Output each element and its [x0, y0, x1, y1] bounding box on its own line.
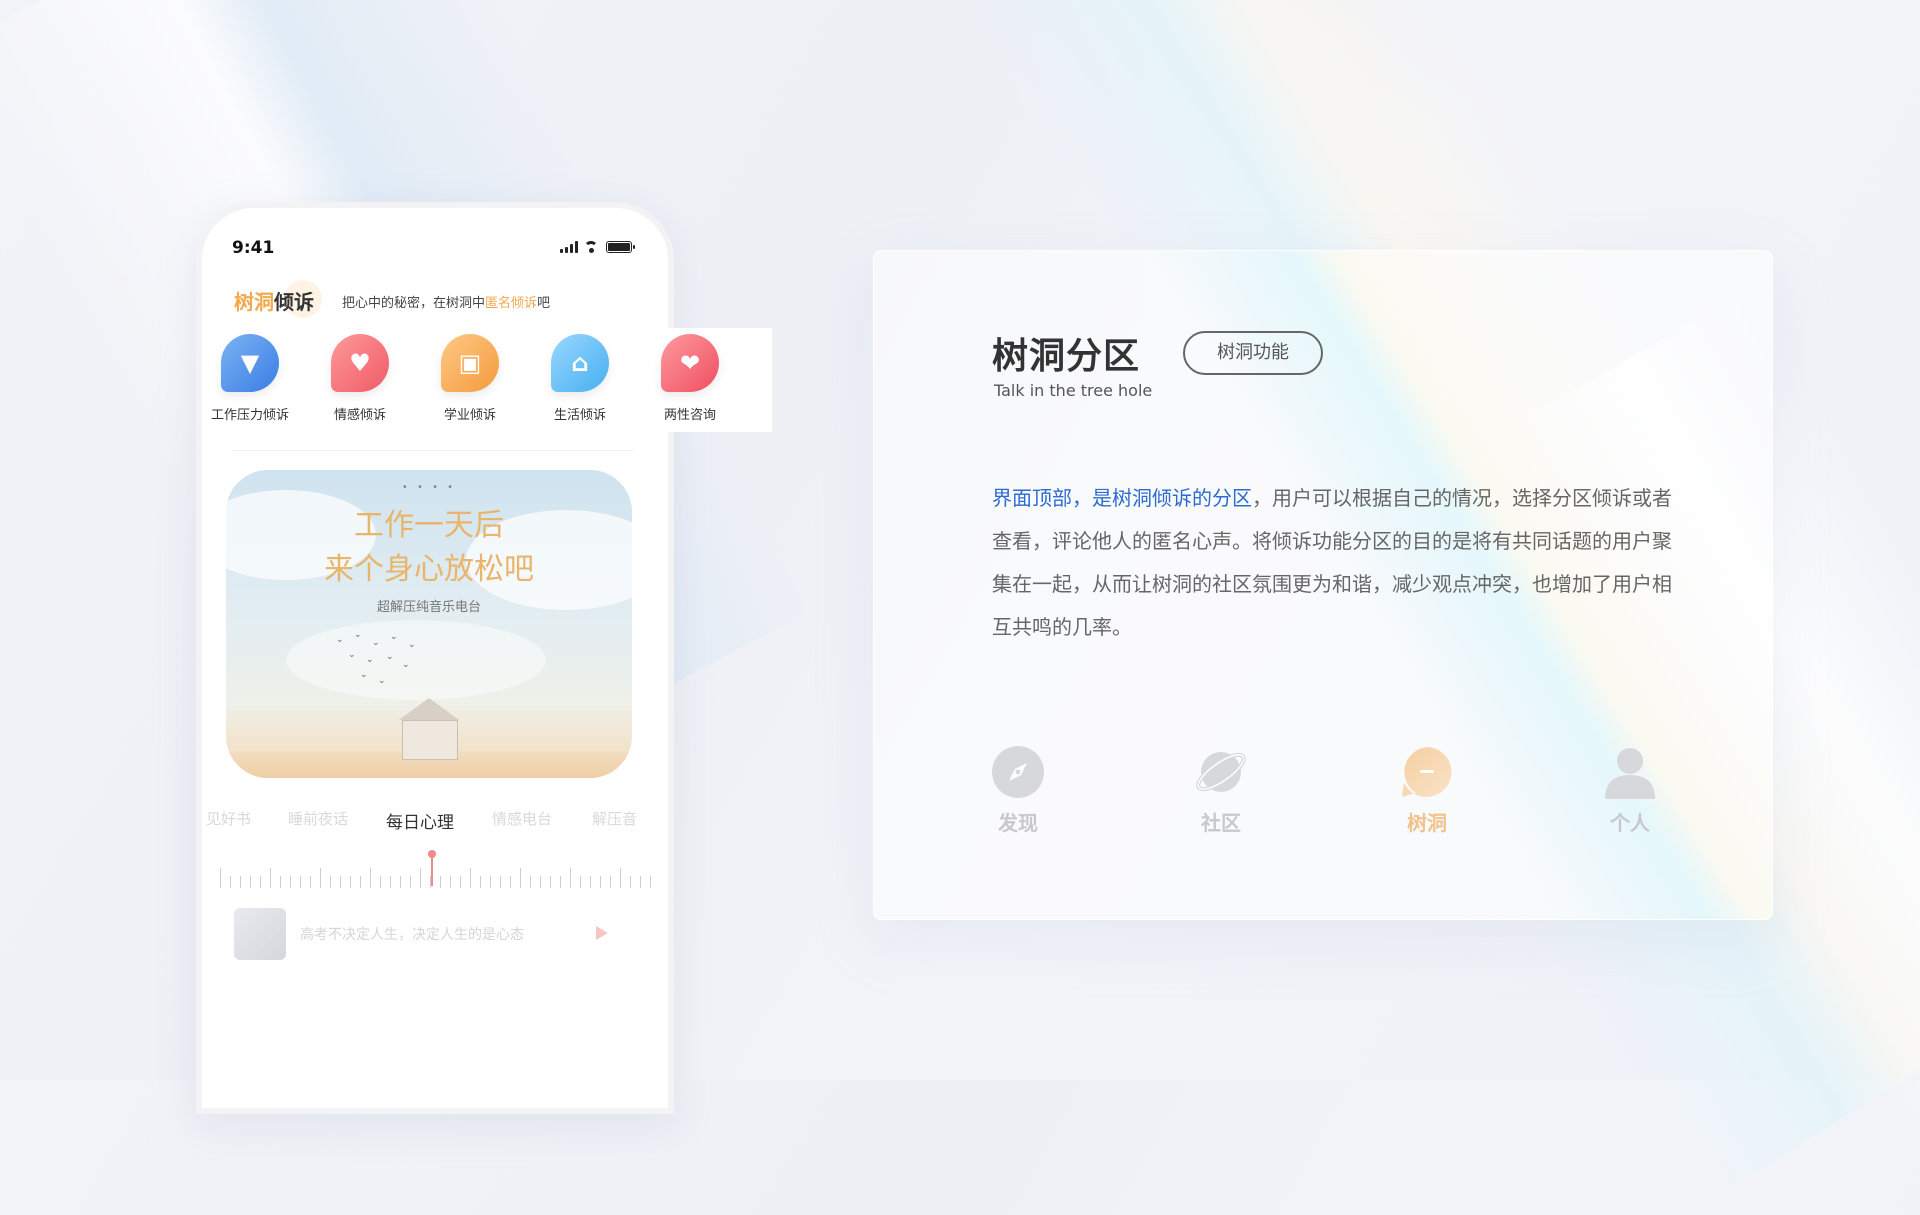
carousel-dots: • • • •: [401, 482, 457, 493]
ruler-tick: [390, 876, 391, 888]
ruler-tick: [490, 876, 491, 888]
phone-mockup: 9:41 树洞倾诉 把心中的秘密，在树洞中匿名倾诉吧 ▼ 工作压力倾诉 ♥ 情感…: [196, 202, 772, 1114]
ruler-tick: [580, 876, 581, 888]
ruler-tick: [420, 868, 421, 888]
feature-tag: 树洞功能: [1183, 331, 1323, 375]
banner-line-2: 来个身心放松吧: [324, 552, 534, 587]
divider: [232, 450, 634, 451]
ruler-tick: [230, 876, 231, 888]
compass-icon: [991, 745, 1045, 799]
tab-emotion-radio[interactable]: 情感电台: [492, 808, 552, 829]
ruler-tick: [330, 876, 331, 888]
ruler-tick: [350, 876, 351, 888]
ruler-tick: [430, 876, 431, 888]
ruler-tick: [600, 876, 601, 888]
nav-treehole[interactable]: 树洞: [1382, 745, 1472, 836]
list-item[interactable]: 高考不决定人生，决定人生的是心态: [234, 908, 634, 960]
hearts-icon: ❤: [661, 334, 719, 392]
tab-relax-music[interactable]: 解压音: [592, 808, 637, 829]
category-work-stress[interactable]: ▼ 工作压力倾诉: [202, 334, 298, 423]
banner-line-1: 工作一天后: [354, 508, 504, 543]
ruler-tick: [250, 876, 251, 888]
header-subtitle: 把心中的秘密，在树洞中匿名倾诉吧: [342, 296, 551, 311]
ruler-tick: [410, 876, 411, 888]
item-thumbnail: [234, 908, 286, 960]
ruler-tick: [620, 868, 621, 888]
ruler-tick: [550, 876, 551, 888]
ruler-tick: [540, 876, 541, 888]
ruler-tick: [320, 868, 321, 888]
ruler-tick: [280, 876, 281, 888]
signal-icon: [560, 241, 578, 253]
treehole-header: 树洞倾诉 把心中的秘密，在树洞中匿名倾诉吧: [234, 280, 654, 318]
card-subtitle: Talk in the tree hole: [994, 381, 1153, 400]
nav-community[interactable]: 社区: [1176, 745, 1266, 836]
treehole-icon: [1400, 745, 1454, 799]
promo-banner[interactable]: • • • • 工作一天后 来个身心放松吧 超解压纯音乐电台 ⌄ ⌄ ⌄ ⌄ ⌄ ⌄ ⌄…: [226, 470, 632, 778]
ruler-tick: [630, 876, 631, 888]
ruler-tick: [500, 876, 501, 888]
ruler-tick: [460, 876, 461, 888]
category-row: ▼ 工作压力倾诉 ♥ 情感倾诉 ▣ 学业倾诉 ⌂ 生活倾诉 ❤ 两性咨询: [211, 328, 772, 436]
ruler-tick: [220, 868, 221, 888]
banner-caption: 超解压纯音乐电台: [376, 600, 481, 615]
ruler-tick: [340, 876, 341, 888]
category-emotion[interactable]: ♥ 情感倾诉: [312, 334, 408, 423]
ruler-tick: [610, 876, 611, 888]
ruler-tick: [560, 876, 561, 888]
status-time: 9:41: [232, 238, 275, 258]
ruler-tick: [240, 876, 241, 888]
ruler-tick: [640, 876, 641, 888]
ruler-tick: [530, 876, 531, 888]
status-bar: 9:41: [232, 238, 635, 262]
ruler-tick: [480, 876, 481, 888]
ruler-tick: [300, 876, 301, 888]
planet-icon: [1194, 745, 1248, 799]
heart-icon: ♥: [331, 334, 389, 392]
birds-illustration: ⌄ ⌄ ⌄ ⌄ ⌄ ⌄ ⌄ ⌄ ⌄ ⌄ ⌄: [336, 630, 416, 686]
ruler-tick: [510, 876, 511, 888]
category-relationship[interactable]: ❤ 两性咨询: [642, 334, 738, 423]
ruler-tick: [370, 868, 371, 888]
ruler-tick: [450, 876, 451, 888]
ruler-indicator-line: [431, 856, 433, 886]
radio-tabs: 见好书 睡前夜话 每日心理 情感电台 解压音: [202, 808, 662, 836]
category-life[interactable]: ⌂ 生活倾诉: [532, 334, 628, 423]
ruler-tick: [380, 876, 381, 888]
tab-books[interactable]: 见好书: [206, 808, 251, 829]
description-card: 树洞分区 Talk in the tree hole 树洞功能 界面顶部，是树洞…: [873, 250, 1773, 920]
ruler-tick: [590, 876, 591, 888]
ruler-tick: [260, 876, 261, 888]
house-illustration: [394, 698, 464, 760]
battery-icon: [606, 241, 635, 253]
item-title: 高考不决定人生，决定人生的是心态: [300, 927, 524, 943]
tab-bedtime-talk[interactable]: 睡前夜话: [288, 808, 348, 829]
ruler-tick: [470, 868, 471, 888]
ruler-tick: [360, 876, 361, 888]
nav-profile[interactable]: 个人: [1585, 745, 1675, 836]
status-icons: [560, 241, 635, 253]
ruler-tick: [310, 876, 311, 888]
tie-icon: ▼: [221, 334, 279, 392]
ruler-tick: [570, 868, 571, 888]
wifi-icon: [584, 241, 600, 253]
book-icon: ▣: [441, 334, 499, 392]
house-icon: ⌂: [551, 334, 609, 392]
page-title: 树洞倾诉: [234, 290, 314, 314]
nav-discover[interactable]: 发现: [973, 745, 1063, 836]
ruler-tick: [650, 876, 651, 888]
card-title: 树洞分区: [992, 336, 1141, 377]
ruler-tick: [290, 876, 291, 888]
ruler-tick: [520, 868, 521, 888]
frequency-ruler[interactable]: [220, 850, 651, 888]
ruler-tick: [440, 876, 441, 888]
ruler-tick: [400, 876, 401, 888]
tab-daily-psychology[interactable]: 每日心理: [386, 808, 454, 833]
ruler-tick: [270, 868, 271, 888]
play-icon[interactable]: [596, 926, 608, 940]
person-icon: [1603, 745, 1657, 799]
category-study[interactable]: ▣ 学业倾诉: [422, 334, 518, 423]
card-description: 界面顶部，是树洞倾诉的分区，用户可以根据自己的情况，选择分区倾诉或者查看，评论他…: [992, 486, 1672, 639]
